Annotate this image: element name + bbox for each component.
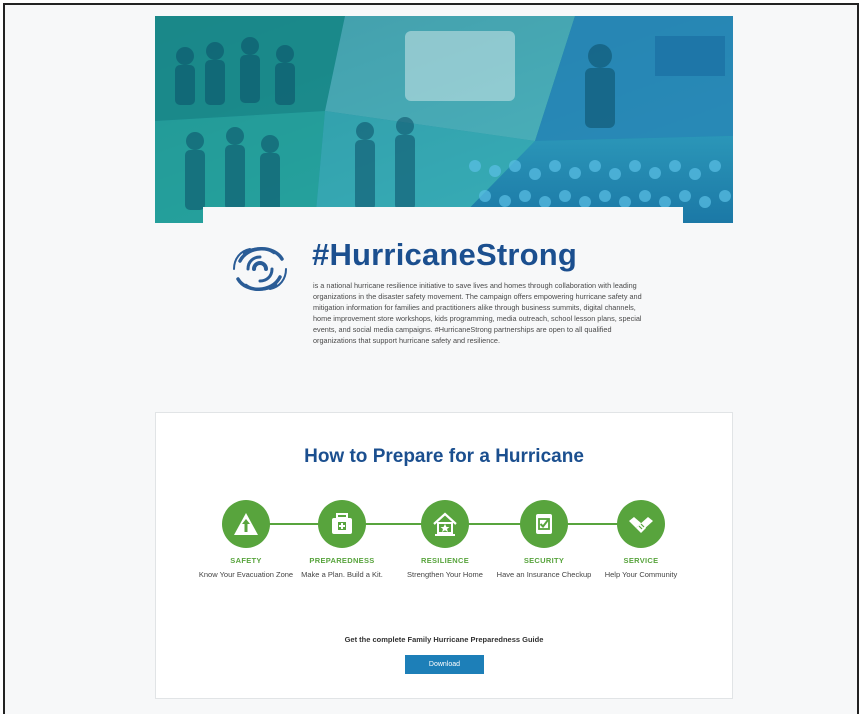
hurricane-swirl-icon — [230, 239, 290, 299]
step-preparedness[interactable]: PREPAREDNESS Make a Plan. Build a Kit. — [292, 500, 392, 580]
step-safety[interactable]: SAFETY Know Your Evacuation Zone — [196, 500, 296, 580]
step-name: RESILIENCE — [420, 556, 469, 565]
prepare-card: How to Prepare for a Hurricane SAFETY Kn… — [155, 412, 733, 699]
step-description: Strengthen Your Home — [407, 570, 483, 579]
step-description: Know Your Evacuation Zone — [198, 570, 294, 579]
page-title: #HurricaneStrong — [312, 237, 578, 272]
kit-icon — [318, 500, 366, 548]
handshake-icon — [617, 500, 665, 548]
guide-text: Get the complete Family Hurricane Prepar… — [344, 635, 544, 644]
step-name: SAFETY — [230, 556, 262, 565]
step-service[interactable]: SERVICE Help Your Community — [591, 500, 691, 580]
step-description: Help Your Community — [604, 570, 678, 579]
download-button[interactable]: Download — [405, 655, 484, 674]
prepare-heading: How to Prepare for a Hurricane — [304, 446, 584, 467]
step-description: Make a Plan. Build a Kit. — [301, 570, 383, 579]
document-check-icon — [520, 500, 568, 548]
step-name: PREPAREDNESS — [309, 556, 375, 565]
intro-description: is a national hurricane resilience initi… — [313, 281, 642, 345]
hero-overlap-panel — [203, 207, 683, 227]
page-frame: #HurricaneStrong is a national hurricane… — [3, 3, 859, 714]
step-resilience[interactable]: RESILIENCE Strengthen Your Home — [395, 500, 495, 580]
step-description: Have an Insurance Checkup — [496, 570, 592, 579]
step-name: SECURITY — [523, 556, 565, 565]
hero-photo-collage — [155, 16, 733, 223]
step-name: SERVICE — [623, 556, 659, 565]
evacuation-arrow-icon — [222, 500, 270, 548]
step-security[interactable]: SECURITY Have an Insurance Checkup — [494, 500, 594, 580]
house-icon — [421, 500, 469, 548]
